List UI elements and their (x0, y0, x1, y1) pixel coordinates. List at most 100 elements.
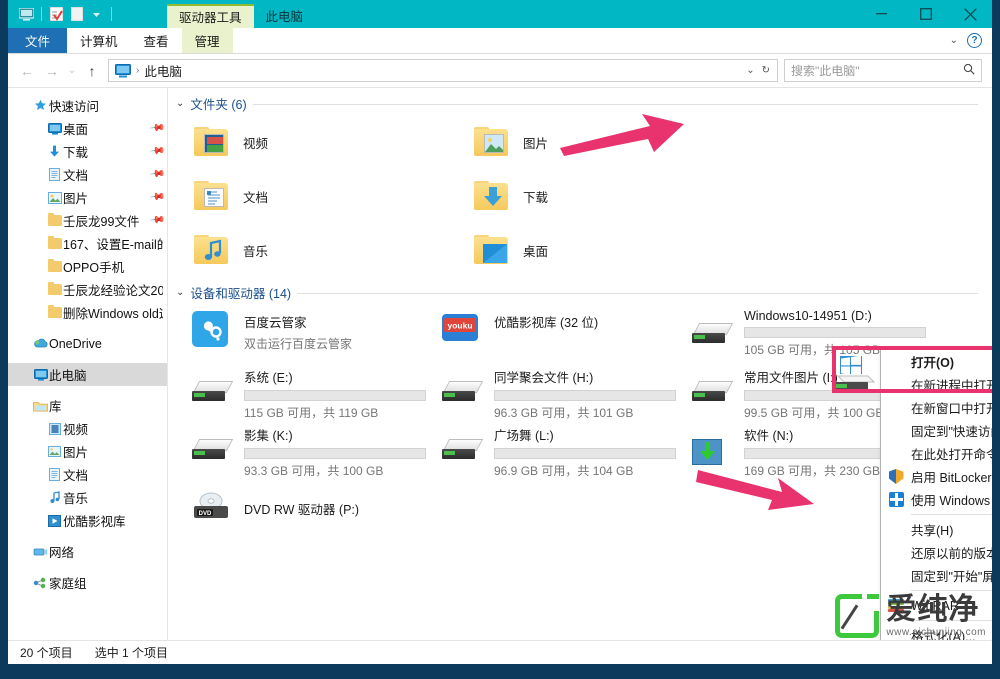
folder-item-desktop[interactable]: 桌面 (462, 223, 742, 277)
drive-info: 系统 (E:) 115 GB 可用，共 119 GB (244, 365, 432, 421)
device-item-baidu-cloud[interactable]: 百度云管家 双击运行百度云管家 (182, 304, 432, 362)
menu-separator (911, 514, 992, 515)
pin-icon[interactable]: 📌 (148, 120, 165, 136)
pin-icon[interactable]: 📌 (148, 212, 165, 228)
breadcrumb-current[interactable]: 此电脑 (144, 61, 182, 80)
menu-item-pin-quick-access[interactable]: 固定到"快速访问" (881, 419, 992, 442)
drive-item-dvd[interactable]: DVD DVD RW 驱动器 (P:) (182, 478, 432, 536)
chevron-down-icon[interactable]: ⌄ (176, 98, 184, 109)
sidebar-item-folder-papers[interactable]: 壬辰龙经验论文201 (8, 278, 167, 301)
watermark-name: 爱纯净 (886, 595, 986, 625)
capacity-bar (244, 390, 426, 401)
menu-item-open-new-process[interactable]: 在新进程中打开(P) (881, 373, 992, 396)
menu-item-defender-scan[interactable]: 使用 Windows Defender扫描... (881, 488, 992, 511)
customize-dropdown-icon[interactable] (88, 6, 105, 23)
sidebar-item-folder-renchenlong99[interactable]: 壬辰龙99文件 📌 (8, 209, 167, 232)
sidebar-label: 删除Windows old这 (63, 303, 163, 322)
expand-ribbon-icon[interactable]: ⌄ (950, 35, 958, 46)
menu-item-share[interactable]: 共享(H) › (881, 518, 992, 541)
close-button[interactable] (948, 0, 992, 28)
menu-item-enable-bitlocker[interactable]: 启用 BitLocker(B) (881, 465, 992, 488)
window-title: 此电脑 (254, 4, 316, 28)
sidebar-item-library-documents[interactable]: 文档 (8, 463, 167, 486)
folder-item-documents[interactable]: 文档 (182, 169, 462, 223)
drive-item-e[interactable]: 系统 (E:) 115 GB 可用，共 119 GB (182, 362, 432, 420)
maximize-button[interactable] (904, 0, 948, 28)
refresh-icon[interactable]: ↻ (762, 65, 770, 76)
search-box[interactable]: 搜索"此电脑" (784, 59, 982, 82)
pin-icon[interactable]: 📌 (148, 189, 165, 205)
drive-item-l[interactable]: 广场舞 (L:) 96.9 GB 可用，共 104 GB (432, 420, 682, 478)
drive-item-h[interactable]: 同学聚会文件 (H:) 96.3 GB 可用，共 101 GB (432, 362, 682, 420)
sidebar-item-documents[interactable]: 文档 📌 (8, 163, 167, 186)
chevron-down-icon[interactable]: ⌄ (176, 287, 184, 298)
contextual-tab-drive-tools[interactable]: 驱动器工具 (167, 4, 254, 28)
help-icon[interactable]: ? (967, 33, 982, 48)
sidebar-item-folder-delete-windows-old[interactable]: 删除Windows old这 (8, 301, 167, 324)
pictures-icon (46, 192, 63, 204)
ribbon-tab-view[interactable]: 查看 (131, 28, 182, 53)
watermark: 爱纯净 www.aichunjing.com (835, 594, 986, 638)
sidebar-item-pictures[interactable]: 图片 📌 (8, 186, 167, 209)
download-icon (46, 145, 63, 158)
sidebar-item-library-videos[interactable]: 视频 (8, 417, 167, 440)
folder-item-downloads[interactable]: 下载 (462, 169, 742, 223)
back-button[interactable]: ← (16, 60, 38, 82)
menu-item-open-command-window[interactable]: 在此处打开命令窗口(W) (881, 442, 992, 465)
quick-access-toolbar (8, 0, 115, 28)
search-input[interactable]: 搜索"此电脑" (791, 62, 963, 79)
sidebar-item-desktop[interactable]: 桌面 📌 (8, 117, 167, 140)
sidebar-item-quick-access[interactable]: 快速访问 (8, 94, 167, 117)
pin-icon[interactable]: 📌 (148, 166, 165, 182)
sidebar-label: 网络 (49, 542, 74, 561)
drive-item-k[interactable]: 影集 (K:) 93.3 GB 可用，共 100 GB (182, 420, 432, 478)
up-button[interactable]: ↑ (81, 60, 103, 82)
menu-item-restore-previous-versions[interactable]: 还原以前的版本(V) (881, 541, 992, 564)
folder-item-pictures[interactable]: 图片 (462, 115, 742, 169)
sidebar-item-this-pc[interactable]: 此电脑 (8, 363, 167, 386)
search-icon[interactable] (963, 63, 975, 78)
drive-item-c-partial[interactable] (832, 356, 878, 396)
sidebar-label: 视频 (63, 419, 88, 438)
documents-folder-icon (192, 181, 234, 211)
forward-button[interactable]: → (41, 60, 63, 82)
device-item-youku[interactable]: youku 优酷影视库 (32 位) (432, 304, 682, 362)
menu-item-open-new-window[interactable]: 在新窗口中打开(E) (881, 396, 992, 419)
menu-item-pin-to-start[interactable]: 固定到"开始"屏幕(P) (881, 564, 992, 587)
sidebar-item-homegroup[interactable]: 家庭组 (8, 571, 167, 594)
sidebar-item-network[interactable]: 网络 (8, 540, 167, 563)
ribbon-tab-manage[interactable]: 管理 (182, 28, 233, 53)
group-header-folders[interactable]: ⌄ 文件夹 (6) (168, 88, 992, 115)
new-folder-icon[interactable] (68, 6, 85, 23)
youku-library-icon (46, 515, 63, 527)
device-info: 优酷影视库 (32 位) (494, 307, 682, 335)
folder-item-videos[interactable]: 视频 (182, 115, 462, 169)
sidebar-item-folder-oppo[interactable]: OPPO手机 (8, 255, 167, 278)
breadcrumb-dropdown-icon[interactable]: ⌄ (746, 65, 754, 76)
pin-icon[interactable]: 📌 (148, 143, 165, 159)
sidebar-item-library-youku[interactable]: 优酷影视库 (8, 509, 167, 532)
checklist-icon[interactable] (48, 6, 65, 23)
sidebar-item-onedrive[interactable]: OneDrive (8, 332, 167, 355)
this-pc-properties-icon[interactable] (18, 6, 35, 23)
file-list-pane[interactable]: ⌄ 文件夹 (6) 视频 (168, 88, 992, 640)
breadcrumb[interactable]: › 此电脑 ⌄ ↻ (108, 59, 778, 82)
minimize-button[interactable] (860, 0, 904, 28)
capacity-bar (744, 327, 926, 338)
menu-item-open[interactable]: 打开(O) (881, 350, 992, 373)
navigation-pane[interactable]: 快速访问 桌面 📌 下载 📌 文档 (8, 88, 168, 640)
ribbon-tab-file[interactable]: 文件 (8, 28, 67, 53)
folder-item-music[interactable]: 音乐 (182, 223, 462, 277)
sidebar-spacer (8, 563, 167, 571)
ribbon-tab-computer[interactable]: 计算机 (67, 28, 131, 53)
sidebar-item-downloads[interactable]: 下载 📌 (8, 140, 167, 163)
sidebar-item-libraries[interactable]: 库 (8, 394, 167, 417)
recent-locations-icon[interactable]: ⌄ (66, 60, 78, 82)
music-icon (46, 491, 63, 504)
sidebar-item-library-music[interactable]: 音乐 (8, 486, 167, 509)
document-icon (46, 468, 63, 481)
sidebar-label: OPPO手机 (63, 257, 124, 276)
group-header-devices[interactable]: ⌄ 设备和驱动器 (14) (168, 277, 992, 304)
sidebar-item-library-pictures[interactable]: 图片 (8, 440, 167, 463)
sidebar-item-folder-167-email[interactable]: 167、设置E-mail的 (8, 232, 167, 255)
